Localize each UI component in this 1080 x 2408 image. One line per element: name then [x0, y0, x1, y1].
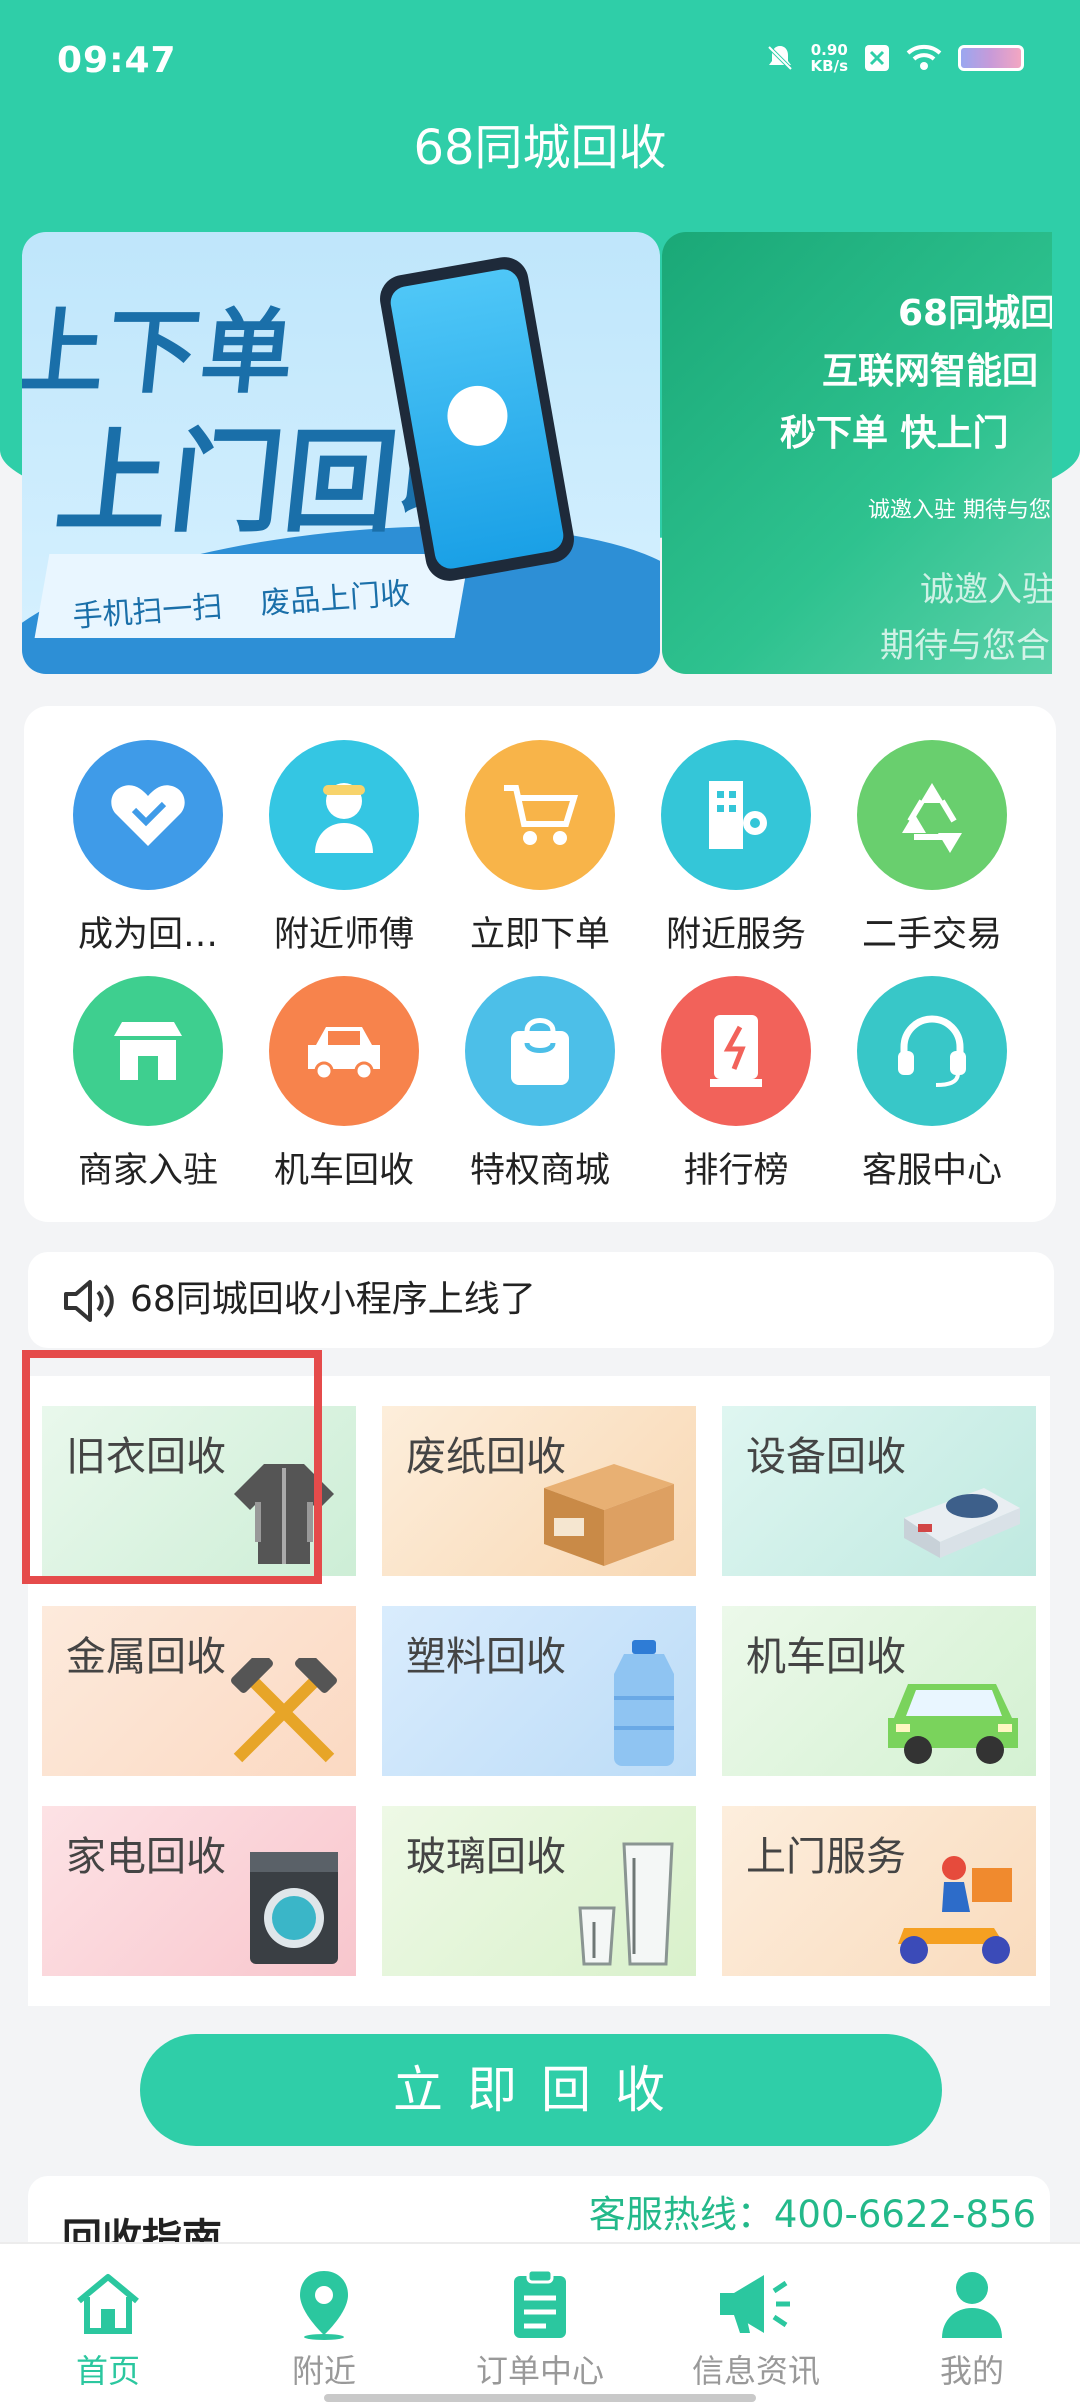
selection-highlight — [22, 1350, 322, 1584]
menu-item-privilege-mall[interactable]: 特权商城 — [450, 976, 630, 1193]
tab-nearby[interactable]: 附近 — [234, 2266, 414, 2392]
home-icon — [68, 2266, 148, 2342]
recycle-icon — [857, 740, 1007, 890]
menu-label: 特权商城 — [469, 1151, 610, 1191]
tab-orders[interactable]: 订单中心 — [450, 2266, 630, 2392]
user-icon — [932, 2266, 1012, 2342]
device-icon — [904, 1488, 1020, 1558]
mute-bell-icon — [767, 45, 792, 71]
announcement-text: 68同城回收小程序上线了 — [130, 1279, 536, 1320]
quick-menu: 成为回… 附近师傅 立即下单 附近服务 二手交易 商家入驻 机车回收 特权商城 … — [24, 706, 1056, 1222]
category-label: 设备回收 — [746, 1434, 906, 1480]
shop-icon — [73, 976, 223, 1126]
menu-item-become-recycler[interactable]: 成为回… — [58, 740, 238, 957]
banner-side-line-1: 68同城回 — [898, 293, 1052, 334]
glasses-icon — [578, 1842, 674, 1966]
menu-label: 二手交易 — [861, 915, 1002, 955]
category-label: 塑料回收 — [406, 1634, 566, 1680]
speed-value: 0.90 — [810, 41, 848, 59]
announcement-bar[interactable]: 68同城回收小程序上线了 — [28, 1252, 1054, 1348]
building-location-icon — [661, 740, 811, 890]
category-appliance[interactable]: 家电回收 — [42, 1806, 356, 1976]
status-icons: 0.90 KB/s — [765, 42, 1024, 74]
battery-icon — [958, 45, 1024, 71]
tab-label: 我的 — [939, 2352, 1004, 2390]
menu-item-vehicle-recycle[interactable]: 机车回收 — [254, 976, 434, 1193]
recycle-now-button[interactable]: 立即回收 — [140, 2034, 942, 2146]
category-label: 上门服务 — [746, 1834, 906, 1880]
service-hotline[interactable]: 客服热线：400-6622-856 — [589, 2184, 1036, 2238]
clipboard-icon — [500, 2266, 580, 2342]
category-glass[interactable]: 玻璃回收 — [382, 1806, 696, 1976]
water-bottle-icon — [614, 1640, 674, 1766]
menu-item-customer-service[interactable]: 客服中心 — [842, 976, 1022, 1193]
menu-item-ranking[interactable]: 排行榜 — [646, 976, 826, 1193]
tab-news[interactable]: 信息资讯 — [666, 2266, 846, 2392]
worker-icon — [269, 740, 419, 890]
banner-secondary[interactable]: 68同城回 互联网智能回 秒下单 快上门 诚邀入驻 期待与您 诚邀入驻 期待与您… — [662, 232, 1052, 674]
tab-profile[interactable]: 我的 — [882, 2266, 1062, 2392]
speaker-icon — [64, 1280, 114, 1322]
menu-label: 排行榜 — [683, 1151, 789, 1191]
banner-side-line-3: 秒下单 快上门 — [780, 413, 1009, 454]
menu-label: 客服中心 — [861, 1151, 1002, 1191]
page-title: 68同城回收 — [413, 120, 667, 176]
delivery-scooter-icon — [898, 1856, 1012, 1964]
menu-item-order-now[interactable]: 立即下单 — [450, 740, 630, 957]
category-label: 金属回收 — [66, 1634, 226, 1680]
car-icon — [269, 976, 419, 1126]
banner-side-line-5: 诚邀入驻 — [920, 570, 1052, 610]
category-plastic[interactable]: 塑料回收 — [382, 1606, 696, 1776]
status-bar: 09:47 0.90 KB/s — [0, 0, 1080, 120]
status-time: 09:47 — [57, 40, 177, 81]
tab-home[interactable]: 首页 — [18, 2266, 198, 2392]
category-label: 玻璃回收 — [406, 1834, 566, 1880]
speed-unit: KB/s — [810, 57, 848, 75]
megaphone-icon — [716, 2266, 796, 2342]
menu-label: 附近师傅 — [273, 915, 414, 955]
category-home-service[interactable]: 上门服务 — [722, 1806, 1036, 1976]
tab-label: 订单中心 — [475, 2352, 604, 2390]
location-pin-icon — [284, 2266, 364, 2342]
menu-label: 机车回收 — [273, 1151, 414, 1191]
sim-x-icon — [865, 45, 889, 71]
banner-side-line-4: 诚邀入驻 期待与您 — [868, 498, 1051, 523]
wifi-icon — [906, 44, 942, 70]
carton-icon — [544, 1464, 674, 1566]
green-car-icon — [888, 1684, 1018, 1764]
recycling-guide: 回收指南 客服热线：400-6622-856 — [28, 2176, 1050, 2246]
category-vehicle[interactable]: 机车回收 — [722, 1606, 1036, 1776]
category-metal[interactable]: 金属回收 — [42, 1606, 356, 1776]
menu-item-merchant-join[interactable]: 商家入驻 — [58, 976, 238, 1193]
shopping-bag-icon — [465, 976, 615, 1126]
network-speed: 0.90 KB/s — [811, 42, 848, 74]
hammers-icon — [231, 1658, 337, 1763]
category-label: 家电回收 — [66, 1834, 226, 1880]
menu-label: 立即下单 — [469, 915, 610, 955]
menu-label: 附近服务 — [665, 915, 806, 955]
headset-icon — [857, 976, 1007, 1126]
banner-main[interactable]: 上下单 上门回收 手机扫一扫 废品上门收 — [22, 232, 660, 674]
tab-label: 信息资讯 — [691, 2352, 820, 2390]
menu-item-nearby-services[interactable]: 附近服务 — [646, 740, 826, 957]
tab-label: 首页 — [75, 2352, 140, 2390]
ranking-icon — [661, 976, 811, 1126]
category-equipment[interactable]: 设备回收 — [722, 1406, 1036, 1576]
category-label: 机车回收 — [746, 1634, 906, 1680]
home-wifi-icon — [442, 381, 513, 451]
category-paper[interactable]: 废纸回收 — [382, 1406, 696, 1576]
menu-item-nearby-workers[interactable]: 附近师傅 — [254, 740, 434, 957]
banner-side-line-2: 互联网智能回 — [822, 351, 1039, 392]
handshake-icon — [73, 740, 223, 890]
menu-label: 成为回… — [77, 915, 218, 955]
menu-label: 商家入驻 — [77, 1151, 218, 1191]
tab-label: 附近 — [291, 2352, 356, 2390]
banner-side-line-6: 期待与您合 — [880, 626, 1050, 666]
cart-icon — [465, 740, 615, 890]
menu-item-second-hand[interactable]: 二手交易 — [842, 740, 1022, 957]
home-indicator[interactable] — [324, 2394, 756, 2402]
bottom-tab-bar: 首页 附近 订单中心 信息资讯 我的 — [0, 2242, 1080, 2408]
guide-title: 回收指南 — [62, 2216, 222, 2246]
washing-machine-icon — [250, 1852, 338, 1964]
